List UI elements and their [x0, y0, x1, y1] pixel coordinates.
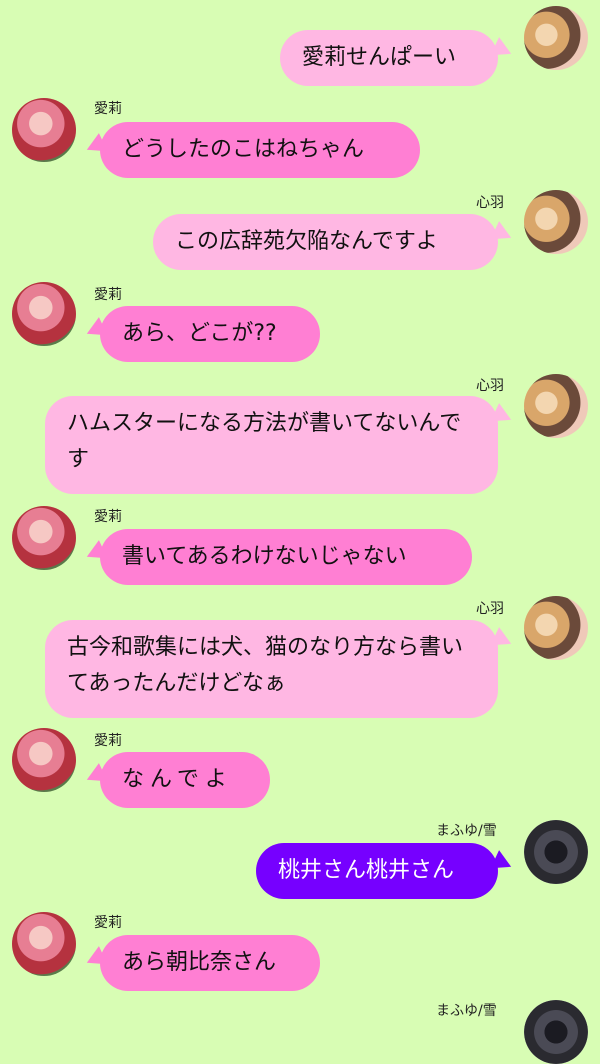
message-bubble: ハムスターになる方法が書いてないんです — [45, 396, 498, 494]
message-bubble: あら朝比奈さん — [100, 935, 320, 991]
sender-name: 愛莉 — [94, 509, 122, 525]
message-bubble: なんでよ — [100, 752, 270, 808]
mafuyu-avatar-icon — [524, 820, 588, 884]
message-bubble: 桃井さん桃井さん — [256, 843, 498, 899]
kohane-avatar-icon — [524, 596, 588, 660]
sender-name: 心羽 — [476, 601, 504, 617]
sender-name: まふゆ/雪 — [436, 823, 497, 839]
kohane-avatar-icon — [524, 6, 588, 70]
message-bubble: どうしたのこはねちゃん — [100, 122, 420, 178]
kohane-avatar-icon — [524, 190, 588, 254]
kohane-avatar-icon — [524, 374, 588, 438]
airi-avatar-icon — [12, 506, 76, 570]
message-bubble: 古今和歌集には犬、猫のなり方なら書いてあったんだけどなぁ — [45, 620, 498, 718]
mafuyu-avatar-icon — [524, 1000, 588, 1064]
sender-name: 心羽 — [476, 195, 504, 211]
airi-avatar-icon — [12, 282, 76, 346]
airi-avatar-icon — [12, 98, 76, 162]
message-bubble: あら、どこが?? — [100, 306, 320, 362]
sender-name: 心羽 — [476, 378, 504, 394]
sender-name: 愛莉 — [94, 101, 122, 117]
message-bubble: 書いてあるわけないじゃない — [100, 529, 472, 585]
message-bubble: この広辞苑欠陥なんですよ — [153, 214, 498, 270]
sender-name: 愛莉 — [94, 287, 122, 303]
sender-name: 愛莉 — [94, 733, 122, 749]
sender-name: 愛莉 — [94, 915, 122, 931]
airi-avatar-icon — [12, 728, 76, 792]
message-bubble: 愛莉せんぱーい — [280, 30, 498, 86]
sender-name: まふゆ/雪 — [436, 1003, 497, 1019]
airi-avatar-icon — [12, 912, 76, 976]
